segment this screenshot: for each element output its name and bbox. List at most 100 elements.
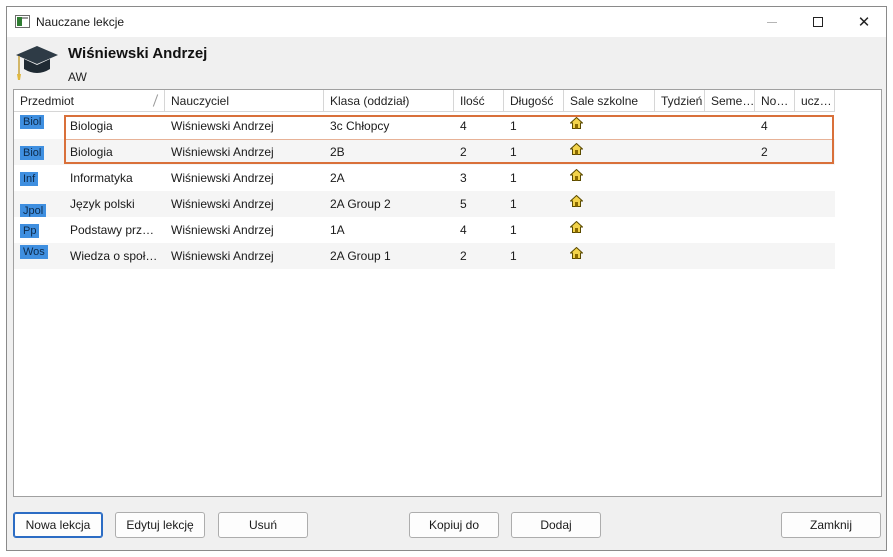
cell-ucz <box>795 217 835 243</box>
subject-name: Informatyka <box>70 171 133 185</box>
column-label: No… <box>761 94 789 108</box>
column-header-rooms[interactable]: Sale szkolne <box>564 90 655 112</box>
column-header-semester[interactable]: Seme… <box>705 90 755 112</box>
column-label: Tydzień <box>661 94 703 108</box>
cell-week <box>655 139 705 165</box>
subject-badge: Inf <box>20 172 39 186</box>
close-icon: ✕ <box>857 13 871 31</box>
cell-no <box>755 243 795 269</box>
house-icon[interactable] <box>569 113 584 138</box>
cell-week <box>655 165 705 191</box>
column-label: Ilość <box>460 94 485 108</box>
cell-ucz <box>795 139 835 165</box>
cell-teacher: Wiśniewski Andrzej <box>171 119 274 133</box>
new-lesson-button[interactable]: Nowa lekcja <box>13 512 103 538</box>
cell-subject: Biol Biologia <box>14 139 165 165</box>
cell-subject: Jpol Język polski <box>14 191 165 217</box>
house-icon[interactable] <box>569 165 584 190</box>
cell-rooms <box>564 243 655 269</box>
cell-teacher: Wiśniewski Andrzej <box>171 197 274 211</box>
cell-rooms <box>564 191 655 217</box>
cell-teacher: Wiśniewski Andrzej <box>171 249 274 263</box>
cell-count: 5 <box>460 197 467 211</box>
column-header-subject[interactable]: Przedmiot <box>14 90 165 112</box>
cell-semester <box>705 243 755 269</box>
cell-class: 2A <box>330 171 345 185</box>
copy-to-button[interactable]: Kopiuj do <box>409 512 499 538</box>
selection-divider <box>66 139 832 140</box>
cell-class: 2A Group 2 <box>330 197 391 211</box>
cell-teacher: Wiśniewski Andrzej <box>171 171 274 185</box>
edit-lesson-button[interactable]: Edytuj lekcję <box>115 512 205 538</box>
subject-badge: Jpol <box>20 204 47 217</box>
column-header-class[interactable]: Klasa (oddział) <box>324 90 454 112</box>
subject-badge: Biol <box>20 146 45 160</box>
cell-no <box>755 191 795 217</box>
column-header-no[interactable]: No… <box>755 90 795 112</box>
cell-week <box>655 217 705 243</box>
lessons-table[interactable]: Przedmiot Nauczyciel Klasa (oddział) Ilo… <box>13 89 882 497</box>
graduation-cap-icon <box>16 46 58 80</box>
maximize-icon <box>813 17 823 27</box>
cell-length: 1 <box>510 197 517 211</box>
house-icon[interactable] <box>569 139 584 164</box>
table-row[interactable]: Biol Biologia Wiśniewski Andrzej 2B 2 1 2 <box>14 139 835 165</box>
cell-no <box>755 165 795 191</box>
title-bar: Nauczane lekcje ✕ <box>7 7 886 37</box>
column-header-length[interactable]: Długość <box>504 90 564 112</box>
cell-count: 2 <box>460 249 467 263</box>
column-header-count[interactable]: Ilość <box>454 90 504 112</box>
cell-ucz <box>795 191 835 217</box>
cell-rooms <box>564 217 655 243</box>
house-icon[interactable] <box>569 217 584 242</box>
cell-semester <box>705 113 755 139</box>
table-row[interactable]: Jpol Język polski Wiśniewski Andrzej 2A Gro… <box>14 191 835 217</box>
column-header-teacher[interactable]: Nauczyciel <box>165 90 324 112</box>
cell-subject: Biol Biologia <box>14 113 165 139</box>
house-icon[interactable] <box>569 243 584 268</box>
cell-no: 2 <box>761 145 768 159</box>
cell-class: 3c Chłopcy <box>330 119 390 133</box>
cell-subject: Inf Informatyka <box>14 165 165 191</box>
cell-count: 2 <box>460 145 467 159</box>
subject-name: Wiedza o społ… <box>70 249 158 263</box>
close-window-button[interactable]: ✕ <box>841 7 887 37</box>
subject-badge: Wos <box>20 245 48 259</box>
table-row[interactable]: Inf Informatyka Wiśniewski Andrzej 2A 3 1 <box>14 165 835 191</box>
cell-rooms <box>564 113 655 139</box>
cell-class: 2B <box>330 145 345 159</box>
cell-rooms <box>564 165 655 191</box>
cell-week <box>655 191 705 217</box>
cell-length: 1 <box>510 119 517 133</box>
cell-length: 1 <box>510 223 517 237</box>
cell-length: 1 <box>510 249 517 263</box>
column-header-students[interactable]: ucz… <box>795 90 835 112</box>
column-header-week[interactable]: Tydzień <box>655 90 705 112</box>
maximize-button[interactable] <box>795 7 841 37</box>
cell-count: 3 <box>460 171 467 185</box>
column-label: Seme… <box>711 94 755 108</box>
delete-button[interactable]: Usuń <box>218 512 308 538</box>
cell-semester <box>705 165 755 191</box>
column-label: Klasa (oddział) <box>330 94 410 108</box>
minimize-button[interactable] <box>749 7 795 37</box>
subject-name: Podstawy prz… <box>70 223 155 237</box>
table-row[interactable]: Wos Wiedza o społ… Wiśniewski Andrzej 2A Gr… <box>14 243 835 269</box>
subject-name: Język polski <box>70 197 135 211</box>
column-label: ucz… <box>801 94 832 108</box>
cell-count: 4 <box>460 119 467 133</box>
house-icon[interactable] <box>569 191 584 216</box>
subject-badge: Pp <box>20 224 40 238</box>
table-row[interactable]: Pp Podstawy prz… Wiśniewski Andrzej 1A 4 1 <box>14 217 835 243</box>
table-row[interactable]: Biol Biologia Wiśniewski Andrzej 3c Chłopcy… <box>14 113 835 139</box>
add-button[interactable]: Dodaj <box>511 512 601 538</box>
subject-name: Biologia <box>70 145 113 159</box>
teacher-name: Wiśniewski Andrzej <box>68 45 208 62</box>
cell-no <box>755 217 795 243</box>
cell-semester <box>705 191 755 217</box>
cell-length: 1 <box>510 145 517 159</box>
cell-semester <box>705 139 755 165</box>
close-button[interactable]: Zamknij <box>781 512 881 538</box>
teacher-header: Wiśniewski Andrzej AW <box>7 37 886 91</box>
cell-class: 1A <box>330 223 345 237</box>
